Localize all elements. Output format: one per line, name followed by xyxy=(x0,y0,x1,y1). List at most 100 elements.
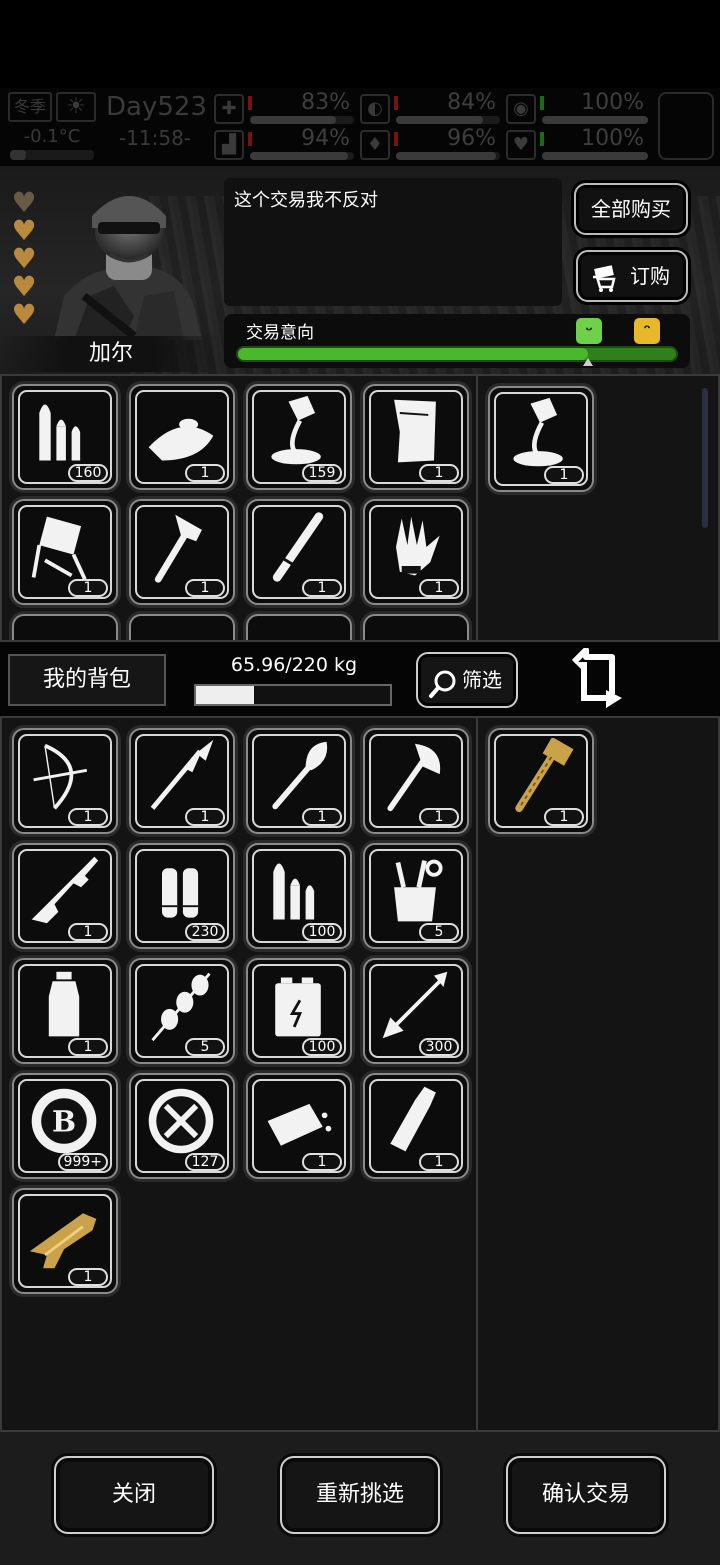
trader-dialog: 这个交易我不反对 xyxy=(224,178,562,306)
stat-thirst: ♦ 96% xyxy=(360,126,500,164)
inventory-slot[interactable]: 1 xyxy=(12,958,118,1064)
item-count: 160 xyxy=(68,464,108,482)
my-offer-grid[interactable]: 1 xyxy=(476,716,720,1432)
item-count: 300 xyxy=(419,1038,459,1056)
inventory-slot[interactable]: 100 xyxy=(246,843,352,949)
folding-chair-icon xyxy=(31,516,87,581)
inventory-slot[interactable] xyxy=(129,614,235,640)
stat-value: 84% xyxy=(447,90,496,115)
stat-mind: ◉ 100% xyxy=(506,90,648,128)
clock: -11:58- xyxy=(118,126,192,150)
inventory-slot[interactable]: 5 xyxy=(129,958,235,1064)
inventory-slot[interactable]: 100 xyxy=(246,958,352,1064)
reselect-button[interactable]: 重新挑选 xyxy=(280,1456,440,1534)
inventory-slot[interactable]: 1 xyxy=(363,728,469,834)
baton-icon xyxy=(272,512,324,582)
water-drop-icon: ♦ xyxy=(360,130,390,160)
heart-icon: ♥ xyxy=(11,242,37,275)
heart-icon: ♥ xyxy=(11,214,37,247)
item-count: 1 xyxy=(419,1153,459,1171)
item-count: 1 xyxy=(419,464,459,482)
filter-button[interactable]: 筛选 xyxy=(416,652,518,708)
skewer-icon xyxy=(151,972,211,1042)
inventory-slot[interactable]: 1 xyxy=(12,499,118,605)
trader-offer-grid[interactable]: 1 xyxy=(476,374,720,642)
inventory-slot[interactable]: 160 xyxy=(12,384,118,490)
heart-icon: ♥ xyxy=(11,298,37,331)
glue-tube-icon xyxy=(513,397,563,467)
quick-slot[interactable] xyxy=(658,92,714,160)
item-count: 1 xyxy=(68,1038,108,1056)
item-count: 1 xyxy=(185,579,225,597)
item-count: 1 xyxy=(302,579,342,597)
parchment-icon xyxy=(394,399,436,463)
intent-marker-icon xyxy=(583,344,593,366)
inventory-slot[interactable] xyxy=(246,614,352,640)
stat-value: 96% xyxy=(447,126,496,151)
item-count: 1 xyxy=(185,464,225,482)
heart-icon: ♥ xyxy=(11,186,37,219)
inventory-slot[interactable] xyxy=(12,614,118,640)
stomach-icon: ◐ xyxy=(360,94,390,124)
stat-health: ✚ 83% xyxy=(214,90,354,128)
inventory-slot[interactable]: 1 xyxy=(12,728,118,834)
inventory-slot[interactable]: 1 xyxy=(363,499,469,605)
item-count: 1 xyxy=(68,808,108,826)
close-button[interactable]: 关闭 xyxy=(54,1456,214,1534)
item-count: 1 xyxy=(68,923,108,941)
inventory-slot[interactable]: 127 xyxy=(129,1073,235,1179)
confirm-trade-button[interactable]: 确认交易 xyxy=(506,1456,666,1534)
inventory-slot[interactable]: 1 xyxy=(246,1073,352,1179)
trader-portrait xyxy=(54,196,202,340)
inventory-slot[interactable]: 1 xyxy=(246,728,352,834)
day-panel: Day523 -11:58- xyxy=(106,92,207,164)
rifle-icon xyxy=(31,856,99,924)
inventory-slot[interactable]: 159 xyxy=(246,384,352,490)
inventory-slot[interactable]: 1 xyxy=(246,499,352,605)
heart-icon: ♥ xyxy=(506,130,536,160)
inventory-slot[interactable]: 1 xyxy=(488,728,594,834)
inventory-slot[interactable]: 1 xyxy=(363,1073,469,1179)
item-count: 1 xyxy=(419,579,459,597)
weight-bar xyxy=(194,684,392,706)
heart-icon: ♥ xyxy=(11,270,37,303)
item-count: 1 xyxy=(68,1268,108,1286)
item-count: 100 xyxy=(302,923,342,941)
golden-hammer-icon xyxy=(515,738,574,813)
my-inventory-grid[interactable]: 1 1 1 1 1 230 100 5 1 5 100 300 B 999+ 127 1 1 1 xyxy=(0,716,478,1432)
inventory-slot[interactable]: 1 xyxy=(12,1188,118,1294)
item-count: 100 xyxy=(302,1038,342,1056)
coin-icon: B xyxy=(31,1088,97,1154)
inventory-slot[interactable]: 1 xyxy=(488,386,594,492)
inventory-slot[interactable]: 1 xyxy=(129,728,235,834)
day-counter: Day523 xyxy=(106,92,207,122)
inventory-slot[interactable]: 1 xyxy=(12,843,118,949)
item-count: 230 xyxy=(185,923,225,941)
item-count: 1 xyxy=(302,1153,342,1171)
medkit-icon: ✚ xyxy=(214,94,244,124)
my-bag-tab[interactable]: 我的背包 xyxy=(8,654,166,706)
trader-name: 加尔 xyxy=(0,336,222,372)
item-count: 159 xyxy=(302,464,342,482)
inventory-slot[interactable]: 300 xyxy=(363,958,469,1064)
trader-inventory-grid[interactable]: 160 1 159 1 1 1 1 1 xyxy=(0,374,478,642)
inventory-slot[interactable]: 1 xyxy=(129,499,235,605)
bread-icon xyxy=(267,1103,332,1146)
favor-hearts: ♥ ♥ ♥ ♥ ♥ xyxy=(8,186,44,331)
inventory-slot[interactable]: B 999+ xyxy=(12,1073,118,1179)
temperature-bar xyxy=(10,150,94,160)
ufo-icon xyxy=(148,418,214,461)
order-button[interactable]: 订购 xyxy=(576,250,688,302)
swap-icon[interactable] xyxy=(570,648,626,710)
item-count: 127 xyxy=(185,1153,225,1171)
inventory-slot[interactable]: 5 xyxy=(363,843,469,949)
hatchet-icon xyxy=(154,514,202,583)
buy-all-button[interactable]: 全部购买 xyxy=(574,183,688,235)
inventory-slot[interactable]: 230 xyxy=(129,843,235,949)
glove-icon xyxy=(396,516,440,576)
inventory-slot[interactable]: 1 xyxy=(363,384,469,490)
scrollbar[interactable] xyxy=(702,388,708,528)
foot-icon: ▟ xyxy=(214,130,244,160)
inventory-slot[interactable]: 1 xyxy=(129,384,235,490)
inventory-slot[interactable] xyxy=(363,614,469,640)
